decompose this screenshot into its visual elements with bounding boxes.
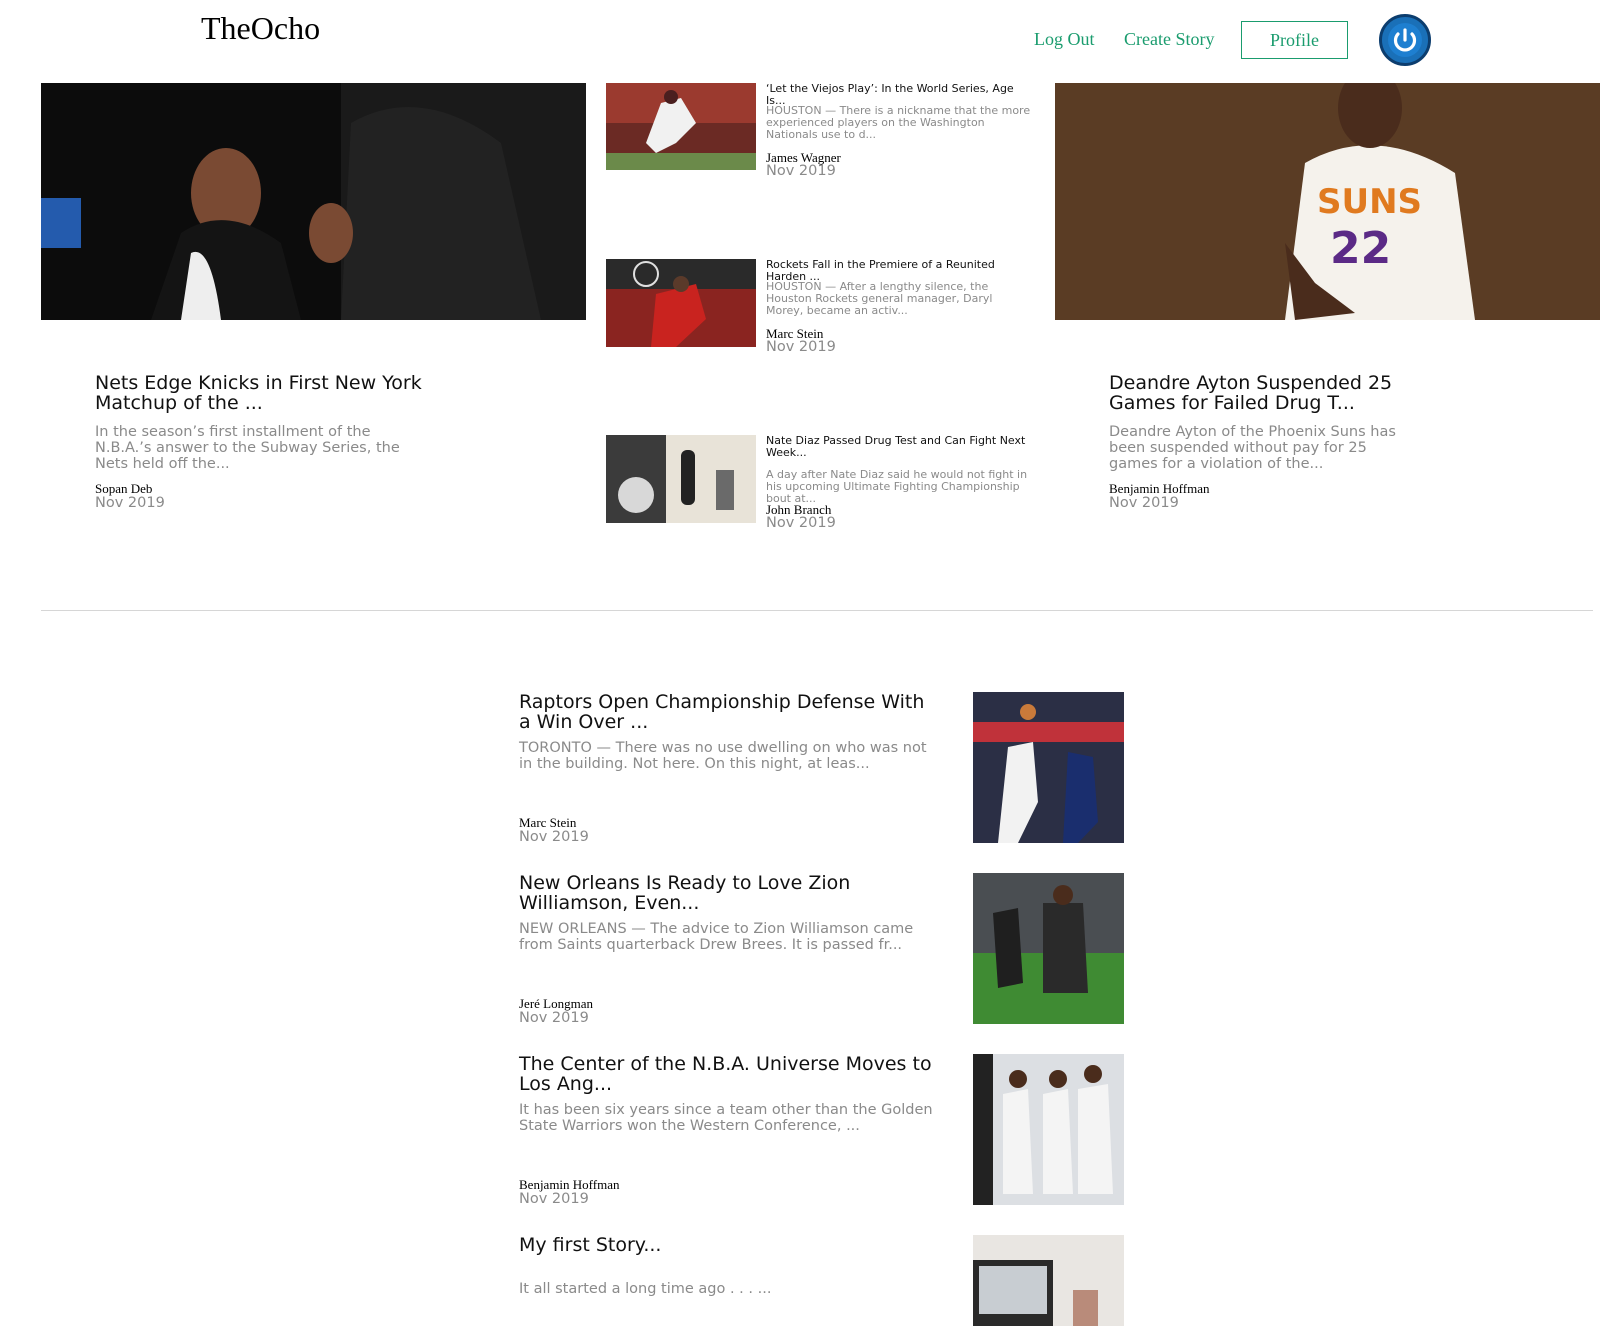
middle-item-2-image[interactable] bbox=[606, 259, 756, 347]
profile-button[interactable]: Profile bbox=[1241, 21, 1348, 59]
featured-left-title[interactable]: Nets Edge Knicks in First New York Match… bbox=[95, 373, 425, 413]
story-1-date: Nov 2019 bbox=[519, 829, 589, 845]
story-1-title[interactable]: Raptors Open Championship Defense With a… bbox=[519, 692, 939, 732]
middle-item-3-description: A day after Nate Diaz said he would not … bbox=[766, 468, 1028, 505]
story-3-title[interactable]: The Center of the N.B.A. Universe Moves … bbox=[519, 1054, 939, 1094]
featured-right-image[interactable]: SUNS 22 bbox=[1055, 83, 1600, 320]
story-4-title[interactable]: My first Story... bbox=[519, 1235, 939, 1255]
story-1-description: TORONTO — There was no use dwelling on w… bbox=[519, 740, 927, 772]
middle-item-1-date: Nov 2019 bbox=[766, 163, 836, 179]
featured-right-date: Nov 2019 bbox=[1109, 495, 1179, 511]
middle-item-3-date: Nov 2019 bbox=[766, 515, 836, 531]
featured-left-date: Nov 2019 bbox=[95, 495, 165, 511]
featured-left-image[interactable] bbox=[41, 83, 586, 320]
story-2-title[interactable]: New Orleans Is Ready to Love Zion Willia… bbox=[519, 873, 939, 913]
brand-logo[interactable]: TheOcho bbox=[201, 10, 320, 47]
middle-item-2-description: HOUSTON — After a lengthy silence, the H… bbox=[766, 280, 993, 317]
story-4-description: It all started a long time ago . . . ... bbox=[519, 1281, 772, 1297]
story-3-date: Nov 2019 bbox=[519, 1191, 589, 1207]
story-2-date: Nov 2019 bbox=[519, 1010, 589, 1026]
story-3-description: It has been six years since a team other… bbox=[519, 1102, 933, 1134]
story-2-image[interactable] bbox=[973, 873, 1124, 1024]
svg-text:SUNS: SUNS bbox=[1317, 182, 1422, 222]
story-1-image[interactable] bbox=[973, 692, 1124, 843]
section-divider bbox=[41, 610, 1593, 611]
story-3-image[interactable] bbox=[973, 1054, 1124, 1205]
middle-item-3-title[interactable]: Nate Diaz Passed Drug Test and Can Fight… bbox=[766, 435, 1031, 459]
middle-item-1-description: HOUSTON — There is a nickname that the m… bbox=[766, 104, 1031, 141]
story-4-image[interactable] bbox=[973, 1235, 1124, 1326]
story-2-description: NEW ORLEANS — The advice to Zion William… bbox=[519, 921, 914, 953]
middle-item-3-image[interactable] bbox=[606, 435, 756, 523]
create-story-link[interactable]: Create Story bbox=[1124, 29, 1214, 50]
featured-right-title[interactable]: Deandre Ayton Suspended 25 Games for Fai… bbox=[1109, 373, 1439, 413]
power-symbol-icon bbox=[1388, 23, 1422, 57]
featured-left-description: In the season’s first installment of the… bbox=[95, 424, 400, 472]
middle-item-2-date: Nov 2019 bbox=[766, 339, 836, 355]
power-icon[interactable] bbox=[1379, 14, 1431, 66]
svg-text:22: 22 bbox=[1330, 223, 1391, 274]
logout-link[interactable]: Log Out bbox=[1034, 29, 1095, 50]
featured-right-description: Deandre Ayton of the Phoenix Suns has be… bbox=[1109, 424, 1396, 472]
middle-item-1-image[interactable] bbox=[606, 83, 756, 170]
